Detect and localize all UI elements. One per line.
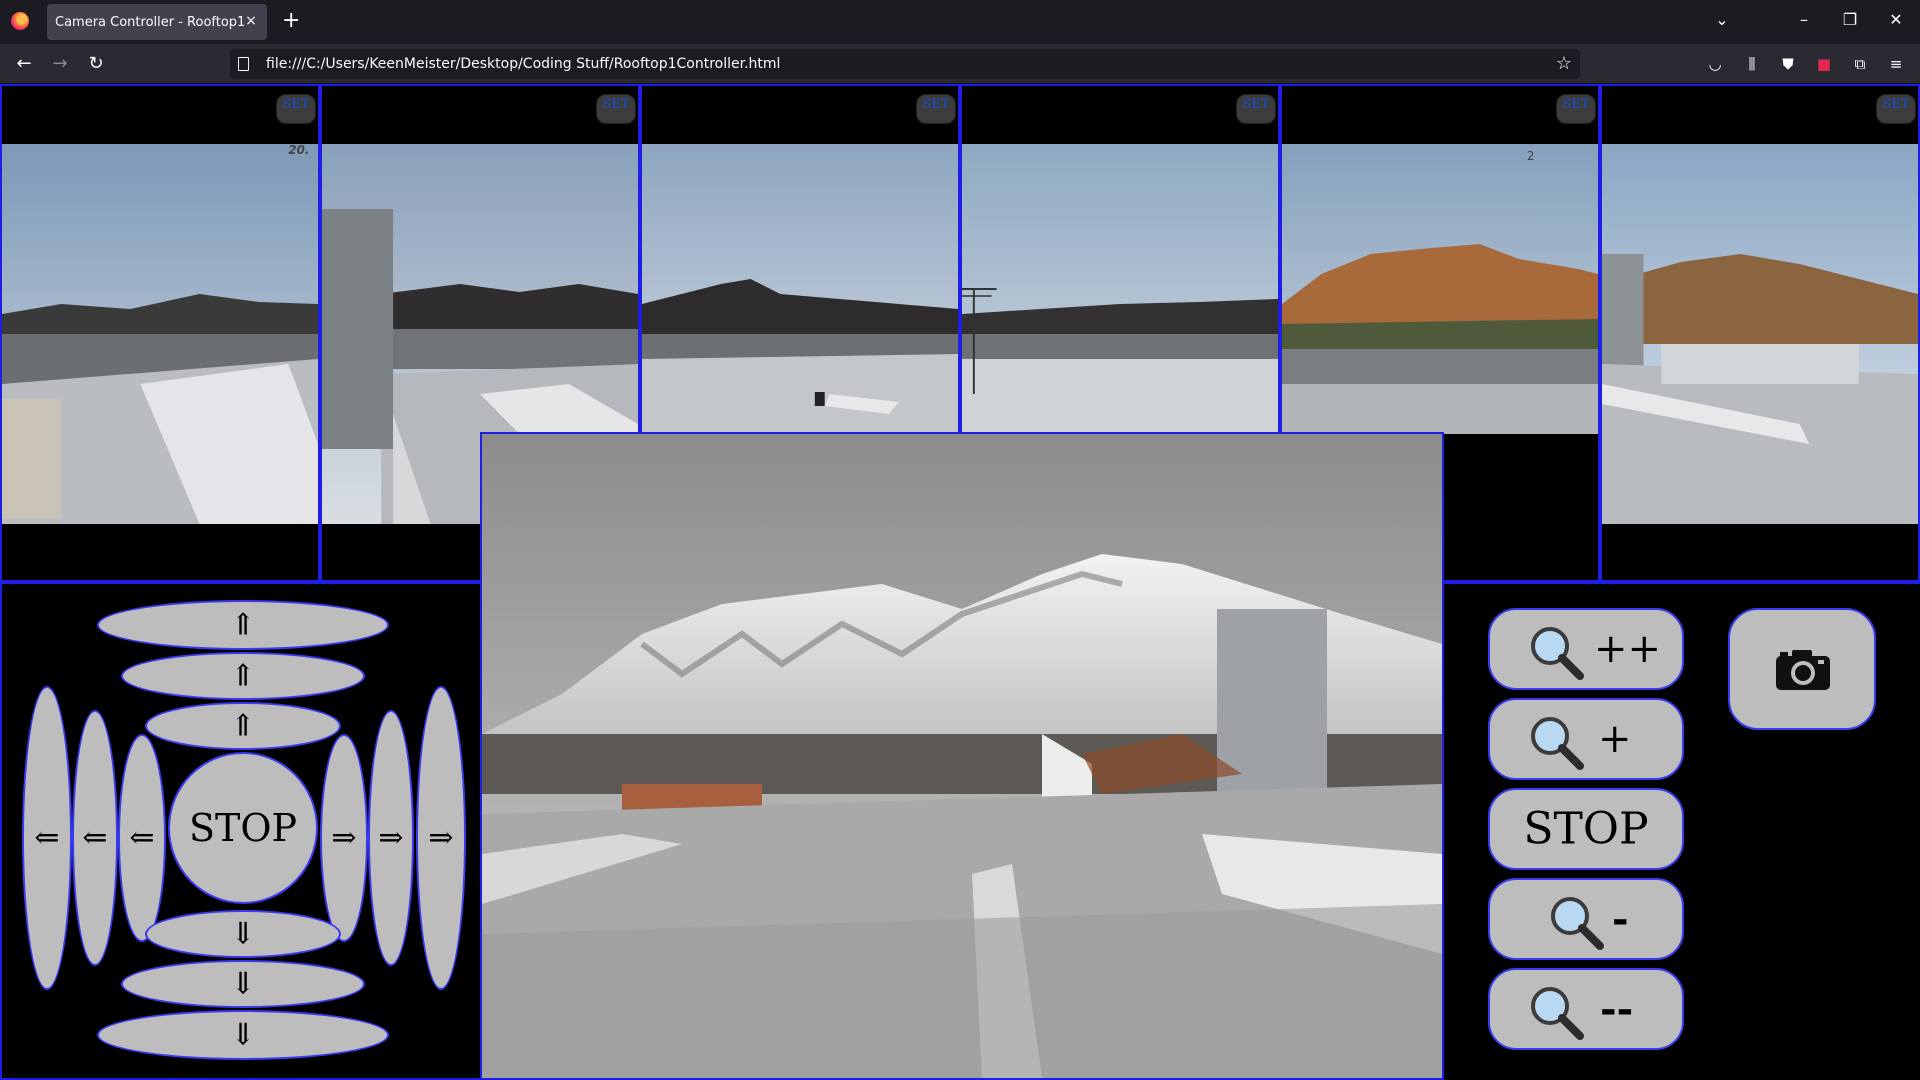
zoom-stop-button[interactable]: STOP [1488, 788, 1684, 870]
restore-icon[interactable]: ❐ [1838, 10, 1862, 29]
library-icon[interactable]: ⫼ [1742, 54, 1762, 74]
menu-icon[interactable]: ≡ [1886, 54, 1906, 74]
preset-1-image: 20. [2, 144, 318, 524]
zoom-in-fast-button[interactable]: ++ [1488, 608, 1684, 690]
shield-icon[interactable]: ⛊ [1778, 54, 1798, 74]
tilt-down-fast-button[interactable]: ⇓ [97, 1010, 389, 1060]
extensions-icon[interactable]: ⧉ [1850, 54, 1870, 74]
set-preset-1-button[interactable]: SET [276, 94, 316, 124]
preset-6-image [1602, 144, 1918, 524]
preset-1[interactable]: 20. SET [0, 84, 320, 582]
list-all-tabs-icon[interactable]: ⌄ [1710, 10, 1734, 29]
url-bar[interactable]: file:///C:/Users/KeenMeister/Desktop/Cod… [230, 49, 1580, 79]
pan-left-medium-button[interactable]: ⇐ [72, 710, 118, 966]
back-icon[interactable]: ← [12, 52, 36, 76]
zoom-out-fast-label: -- [1600, 985, 1634, 1033]
url-text: file:///C:/Users/KeenMeister/Desktop/Cod… [266, 56, 781, 72]
set-preset-2-button[interactable]: SET [596, 94, 636, 124]
new-tab-button[interactable]: + [282, 8, 300, 34]
tab-bar: Camera Controller - Rooftop1 × + ⌄ – ❐ ✕ [0, 0, 1920, 44]
zoom-out-button[interactable]: - [1488, 878, 1684, 960]
live-camera-image [482, 434, 1442, 1078]
pan-left-slow-button[interactable]: ⇐ [118, 734, 166, 942]
snapshot-button[interactable] [1728, 608, 1876, 730]
forward-icon[interactable]: → [48, 52, 72, 76]
zoom-stop-label: STOP [1523, 803, 1649, 855]
zoom-out-fast-button[interactable]: -- [1488, 968, 1684, 1050]
window-close-icon[interactable]: ✕ [1884, 10, 1908, 29]
bookmark-star-icon[interactable]: ☆ [1556, 53, 1572, 74]
page-icon [238, 57, 249, 71]
pan-tilt-control-panel: ⇑ ⇑ ⇑ ⇐ ⇐ ⇐ STOP ⇒ ⇒ ⇒ ⇓ ⇓ ⇓ [0, 582, 480, 1080]
reload-icon[interactable]: ↻ [84, 52, 108, 76]
tilt-up-medium-button[interactable]: ⇑ [121, 652, 365, 700]
zoom-in-button[interactable]: + [1488, 698, 1684, 780]
firefox-logo-icon [11, 12, 29, 30]
pan-left-fast-button[interactable]: ⇐ [22, 686, 72, 990]
zoom-in-fast-label: ++ [1594, 626, 1662, 672]
zoom-in-label: + [1598, 716, 1632, 762]
tab-camera-controller[interactable]: Camera Controller - Rooftop1 × [47, 4, 267, 40]
magnifier-icon [1531, 717, 1584, 770]
preset-5-overlay-text: 2 [1527, 149, 1535, 163]
pocket-icon[interactable]: ◡ [1705, 54, 1725, 74]
controller-page: 20. SET SET SET SET 2 SET SET ⇑ ⇑ ⇑ ⇐ ⇐ … [0, 84, 1920, 1080]
minimize-icon[interactable]: – [1792, 10, 1816, 29]
tilt-down-medium-button[interactable]: ⇓ [121, 960, 365, 1008]
pan-right-fast-button[interactable]: ⇒ [416, 686, 466, 990]
camera-icon [1776, 650, 1830, 690]
tilt-down-slow-button[interactable]: ⇓ [145, 910, 341, 958]
extension-red-icon[interactable]: ■ [1814, 54, 1834, 74]
zoom-control-panel: ++ + STOP - -- [1444, 582, 1920, 1080]
tab-close-icon[interactable]: × [243, 13, 259, 29]
preset-6[interactable]: SET [1600, 84, 1920, 582]
tab-title: Camera Controller - Rooftop1 [55, 15, 246, 30]
magnifier-icon [1531, 627, 1584, 680]
pan-right-medium-button[interactable]: ⇒ [368, 710, 414, 966]
set-preset-3-button[interactable]: SET [916, 94, 956, 124]
set-preset-4-button[interactable]: SET [1236, 94, 1276, 124]
navigation-bar: ← → ↻ file:///C:/Users/KeenMeister/Deskt… [0, 44, 1920, 84]
zoom-out-label: - [1612, 895, 1629, 943]
magnifier-icon [1551, 897, 1604, 950]
pan-stop-button[interactable]: STOP [168, 752, 318, 904]
pan-right-slow-button[interactable]: ⇒ [320, 734, 368, 942]
tilt-up-slow-button[interactable]: ⇑ [145, 702, 341, 750]
magnifier-icon [1531, 987, 1584, 1040]
tilt-up-fast-button[interactable]: ⇑ [97, 600, 389, 650]
preset-1-overlay-text: 20. [288, 144, 309, 157]
set-preset-6-button[interactable]: SET [1876, 94, 1916, 124]
live-camera-feed[interactable] [480, 432, 1444, 1080]
set-preset-5-button[interactable]: SET [1556, 94, 1596, 124]
